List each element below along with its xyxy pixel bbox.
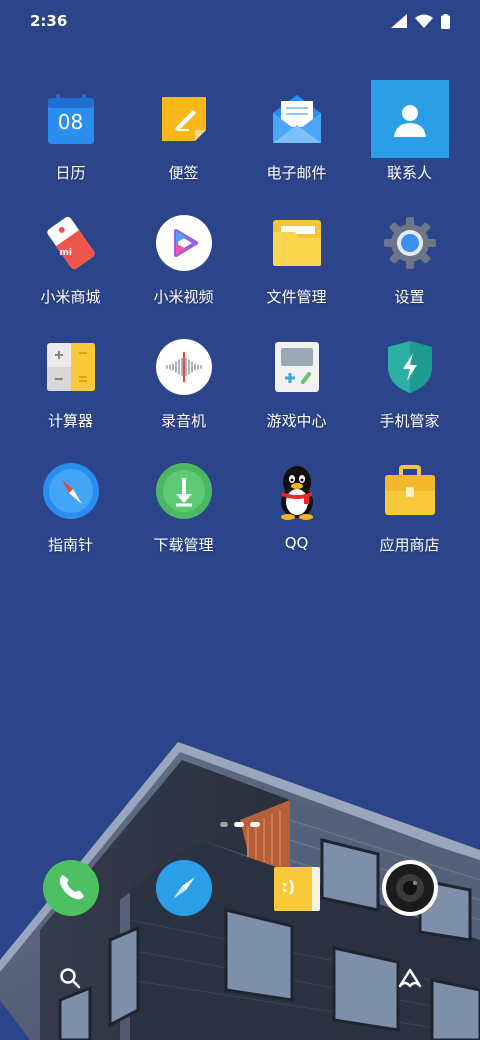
calculator-icon	[32, 328, 110, 406]
app-label: 小米商城	[40, 288, 101, 306]
dock-messages[interactable]: :)	[240, 856, 353, 920]
sound-wave-icon	[145, 328, 223, 406]
battery-icon	[441, 13, 450, 29]
app-label: 指南针	[47, 536, 93, 554]
calendar-date: 08	[57, 110, 84, 134]
dock-browser[interactable]	[127, 856, 240, 920]
download-icon	[145, 452, 223, 530]
app-game-center[interactable]: 游戏中心	[240, 328, 353, 452]
dock-phone[interactable]	[14, 856, 127, 920]
app-security[interactable]: 手机管家	[353, 328, 466, 452]
app-email[interactable]: 电子邮件	[240, 80, 353, 204]
gear-icon	[371, 204, 449, 282]
message-smile-icon: :)	[272, 863, 322, 913]
app-label: 联系人	[386, 164, 432, 182]
search-icon	[60, 968, 81, 989]
status-time: 2:36	[30, 12, 68, 30]
notes-icon	[145, 80, 223, 158]
app-label: 设置	[394, 288, 425, 306]
app-label: 便签	[168, 164, 199, 182]
app-grid: 08 日历 便签 电子邮件 联系人 mi 小米商城 小米视频 文件管理 设置 计…	[14, 80, 466, 576]
page-dot	[250, 822, 260, 827]
contacts-icon	[370, 80, 449, 158]
page-indicator	[0, 822, 480, 827]
app-contacts[interactable]: 联系人	[353, 80, 466, 204]
app-calculator[interactable]: 计算器	[14, 328, 127, 452]
app-label: 游戏中心	[266, 412, 327, 430]
app-settings[interactable]: 设置	[353, 204, 466, 328]
email-icon	[258, 80, 336, 158]
app-label: 小米视频	[153, 288, 214, 306]
wifi-icon	[415, 14, 433, 28]
assistant-icon	[398, 968, 422, 988]
dock: :)	[14, 856, 466, 920]
app-notes[interactable]: 便签	[127, 80, 240, 204]
app-file-manager[interactable]: 文件管理	[240, 204, 353, 328]
app-mi-mall[interactable]: mi 小米商城	[14, 204, 127, 328]
app-app-store[interactable]: 应用商店	[353, 452, 466, 576]
page-dot	[220, 822, 228, 827]
gameboy-icon	[258, 328, 336, 406]
status-bar: 2:36	[0, 0, 480, 42]
app-label: 文件管理	[266, 288, 327, 306]
app-label: 计算器	[47, 412, 93, 430]
phone-icon	[42, 860, 99, 916]
compass-icon	[32, 452, 110, 530]
page-dot-active	[234, 822, 244, 827]
search-button[interactable]	[52, 960, 88, 996]
app-label: QQ	[284, 534, 309, 552]
app-compass[interactable]: 指南针	[14, 452, 127, 576]
app-label: 下载管理	[153, 536, 214, 554]
folder-icon	[258, 204, 336, 282]
video-play-icon	[145, 204, 223, 282]
shield-bolt-icon	[371, 328, 449, 406]
app-label: 手机管家	[379, 412, 440, 430]
message-smile-text: :)	[281, 877, 296, 896]
app-calendar[interactable]: 08 日历	[14, 80, 127, 204]
app-label: 录音机	[160, 412, 206, 430]
dock-camera[interactable]	[353, 856, 466, 920]
assistant-button[interactable]	[392, 960, 428, 996]
mi-badge: mi	[59, 248, 72, 258]
penguin-icon	[258, 452, 336, 530]
mi-mall-icon: mi	[32, 204, 110, 282]
cell-signal-icon	[391, 14, 407, 28]
bottom-bar	[0, 950, 480, 1002]
app-label: 电子邮件	[266, 164, 327, 182]
app-downloads[interactable]: 下载管理	[127, 452, 240, 576]
status-icons	[391, 13, 450, 29]
calendar-icon: 08	[32, 80, 110, 158]
briefcase-icon	[371, 452, 449, 530]
app-label: 应用商店	[379, 536, 440, 554]
camera-icon	[381, 860, 438, 916]
app-qq[interactable]: QQ	[240, 452, 353, 576]
app-label: 日历	[55, 164, 86, 182]
browser-compass-icon	[155, 860, 212, 916]
app-recorder[interactable]: 录音机	[127, 328, 240, 452]
app-mi-video[interactable]: 小米视频	[127, 204, 240, 328]
